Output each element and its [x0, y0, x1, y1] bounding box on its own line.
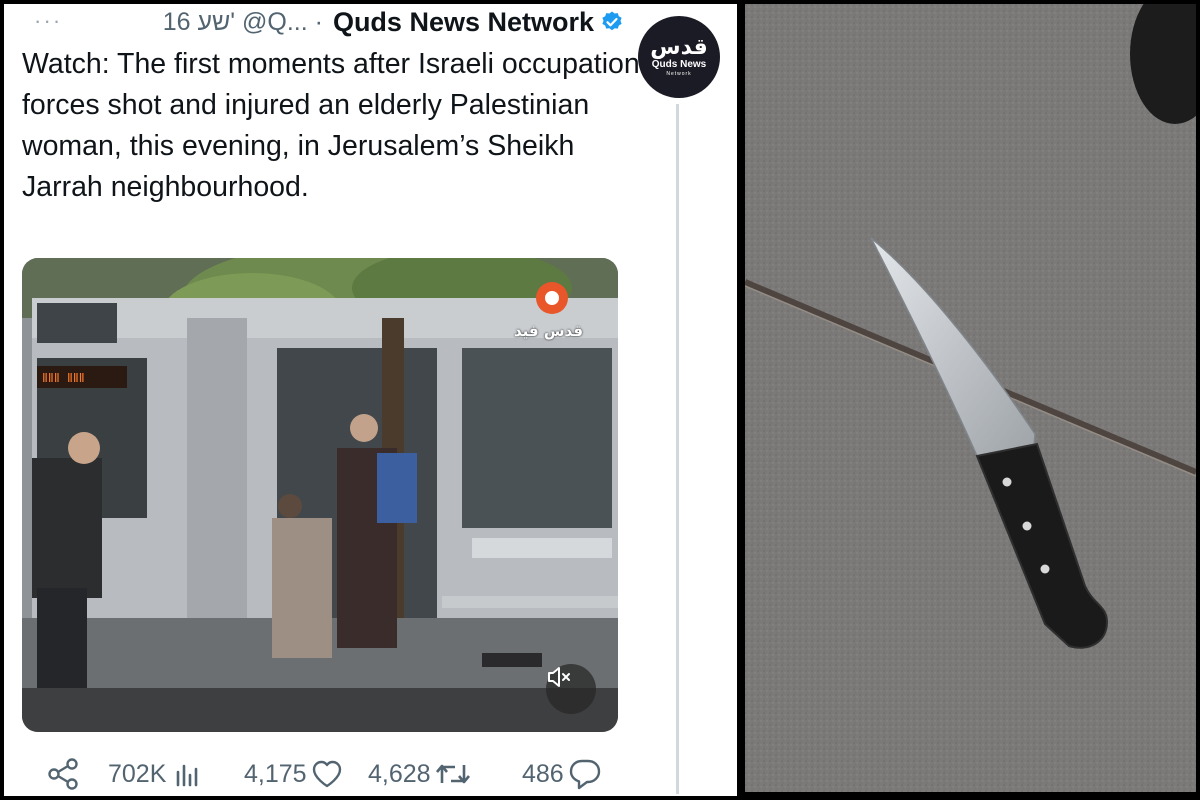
- analytics-bars-icon: [177, 764, 198, 787]
- avatar[interactable]: قدس Quds News Network: [638, 16, 720, 98]
- knife-on-pavement-image: [745, 4, 1196, 792]
- user-handle[interactable]: @Q... ·: [242, 8, 323, 36]
- repost-icon: [435, 764, 470, 784]
- tweet-card: · · · 16 שע' @Q... · Quds News Network ق…: [4, 4, 737, 796]
- avatar-logo-sub: Network: [666, 70, 692, 77]
- video-player[interactable]: ⅡⅡⅡ ⅡⅡⅡ قدس فيد: [22, 258, 618, 732]
- share-button[interactable]: [46, 756, 80, 792]
- replies-count: 486: [522, 759, 564, 788]
- tweet-time-handle[interactable]: 16 שע' @Q... ·: [163, 8, 323, 37]
- like-button[interactable]: 4,175: [244, 756, 343, 792]
- avatar-logo-name: Quds News: [651, 58, 707, 70]
- knife-photo: [745, 4, 1196, 792]
- views-button[interactable]: 702K: [108, 756, 202, 792]
- display-name[interactable]: Quds News Network: [333, 7, 594, 38]
- svg-text:ⅡⅡⅡ ⅡⅡⅡ: ⅡⅡⅡ ⅡⅡⅡ: [42, 371, 85, 385]
- reply-bubble-icon: [569, 759, 600, 790]
- speaker-muted-icon: [548, 667, 570, 687]
- share-icon: [48, 758, 78, 790]
- repost-button[interactable]: 4,628: [368, 756, 471, 792]
- heart-icon: [312, 760, 341, 788]
- reposts-count: 4,628: [368, 759, 431, 788]
- thread-line: [676, 104, 679, 794]
- tweet-header: · · · 16 שע' @Q... · Quds News Network: [34, 6, 624, 38]
- tweet-time[interactable]: 16 שע': [163, 8, 235, 36]
- tweet-actions-bar: 702K 4,175 4,628 486: [46, 756, 626, 792]
- reply-button[interactable]: 486: [522, 756, 602, 792]
- views-count: 702K: [108, 759, 167, 788]
- avatar-logo-arabic: قدس: [650, 34, 708, 60]
- likes-count: 4,175: [244, 759, 307, 788]
- video-watermark: قدس فيد: [514, 322, 584, 340]
- more-options-icon[interactable]: · · ·: [34, 10, 60, 32]
- tweet-text: Watch: The first moments after Israeli o…: [22, 48, 640, 203]
- verified-badge-icon: [602, 11, 622, 31]
- mute-button[interactable]: [546, 664, 596, 714]
